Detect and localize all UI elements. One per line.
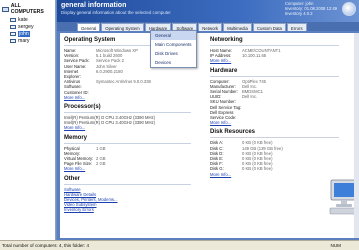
divider <box>64 183 191 185</box>
networking-more-info-link[interactable]: More Info... <box>210 58 350 63</box>
num-lock-indicator: NUM <box>330 243 341 248</box>
menu-item-disk-drives[interactable]: Disk Drives <box>151 49 196 58</box>
field-label: Antivirus Software: <box>64 79 82 90</box>
inventory-info: Computer: john Inventory: 01.08.2008 12:… <box>285 1 337 16</box>
folder-icon <box>2 6 9 12</box>
computer-icon <box>10 24 16 29</box>
tab-general[interactable]: General <box>77 23 101 31</box>
tab-custom-data[interactable]: Custom Data <box>252 23 286 31</box>
header-banner: general information Display general info… <box>57 0 359 22</box>
hardware-more-info-link[interactable]: More Info... <box>210 120 350 125</box>
tree-item-label: kate <box>18 16 28 23</box>
processors-more-info-link[interactable]: More Info... <box>64 125 202 130</box>
vertical-scrollbar[interactable] <box>354 33 359 238</box>
other-heading: Other <box>64 175 81 182</box>
disks-more-info-link[interactable]: More Info... <box>210 172 350 177</box>
info-line: Inventory 4.0.2 <box>284 11 313 16</box>
right-column: Networking Host Name: ACME\COUNTANT1 IP A… <box>210 33 350 177</box>
field-value: 6.0.2900.2180 <box>96 68 123 74</box>
menu-item-main-components[interactable]: Main Components <box>151 40 196 49</box>
field-value: 2 GB <box>96 161 106 167</box>
tree-item-label: sergey <box>18 23 34 30</box>
report-content: Operating System Name: Microsoft Windows … <box>60 33 359 238</box>
tab-operating-system[interactable]: Operating System <box>101 23 144 31</box>
computer-icon <box>10 17 16 22</box>
hardware-heading: Hardware <box>210 67 238 74</box>
status-text: Total number of computers: 4, this folde… <box>2 243 90 248</box>
tree-item-sergey[interactable]: sergey <box>0 23 55 30</box>
divider <box>210 137 339 139</box>
tree-root-all-computers[interactable]: ALL COMPUTERS <box>0 0 55 16</box>
os-more-info-link[interactable]: More Info... <box>64 95 202 100</box>
divider <box>210 75 339 77</box>
app-logo-icon <box>342 2 356 16</box>
divider <box>64 112 191 114</box>
os-row: Antivirus Software: Symantec AntiVirus 9.… <box>64 79 202 89</box>
os-row: Internet Explorer: 6.0.2900.2180 <box>64 69 202 79</box>
main-panel: general information Display general info… <box>57 0 359 240</box>
status-bar: Total number of computers: 4, this folde… <box>0 240 359 250</box>
memory-row: Physical Memory: 1 GB <box>64 146 202 156</box>
memory-more-info-link[interactable]: More Info... <box>64 166 202 171</box>
divider <box>64 142 191 144</box>
field-label: Dell Express Service Code: <box>210 109 237 121</box>
tree-item-label: john <box>18 30 30 37</box>
link-inventory-errors[interactable]: Inventory Errors <box>64 207 202 212</box>
field-value: 10.100.11.65 <box>242 53 267 59</box>
field-value: 1 GB <box>96 145 106 151</box>
networking-heading: Networking <box>210 37 243 43</box>
field-label: Physical Memory: <box>64 145 81 156</box>
tree-root-label: ALL COMPUTERS <box>10 3 44 15</box>
tree-item-john[interactable]: john <box>0 30 55 37</box>
menu-item-devices[interactable]: Devices <box>151 58 196 67</box>
disks-heading: Disk Resources <box>210 129 256 136</box>
tab-multimedia[interactable]: Multimedia <box>223 23 252 31</box>
computer-icon <box>10 38 16 43</box>
tree-item-kate[interactable]: kate <box>0 16 55 23</box>
field-value: Symantec AntiVirus 9.0.0.338 <box>96 79 151 85</box>
divider <box>210 45 339 46</box>
processors-heading: Processor(s) <box>64 104 101 111</box>
field-label: Disk G: <box>210 166 224 172</box>
tree-item-mary[interactable]: mary <box>0 37 55 44</box>
tab-network[interactable]: Network <box>198 23 223 31</box>
menu-item-general[interactable]: General <box>151 31 196 40</box>
field-label: Internet Explorer: <box>64 68 81 80</box>
hardware-row: Dell Express Service Code: <box>210 110 350 120</box>
memory-heading: Memory <box>64 134 88 141</box>
tree-item-label: mary <box>18 37 30 44</box>
tab-errors[interactable]: Errors <box>286 23 307 31</box>
computer-icon <box>10 31 16 36</box>
hardware-dropdown-menu: General Main Components Disk Drives Devi… <box>150 30 197 68</box>
field-value: Dell Inc. <box>242 94 258 100</box>
computer-tree[interactable]: ALL COMPUTERS kate sergey john mary <box>0 0 56 240</box>
field-value: 0 KB (0 KB free) <box>242 166 273 172</box>
tab-bar: General Operating System Hardware Softwa… <box>57 22 359 31</box>
